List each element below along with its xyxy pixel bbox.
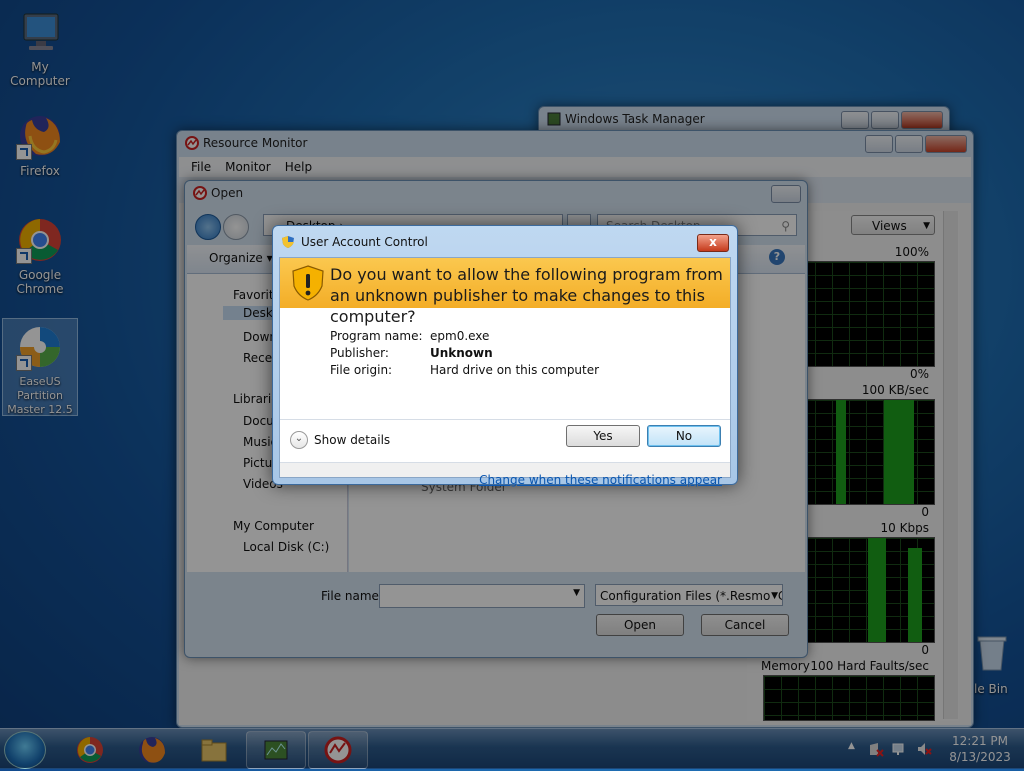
file-origin-label: File origin: bbox=[330, 363, 393, 377]
no-button[interactable]: No bbox=[647, 425, 721, 447]
publisher-label: Publisher: bbox=[330, 346, 389, 360]
warning-shield-icon bbox=[292, 265, 324, 301]
publisher-value: Unknown bbox=[430, 346, 493, 360]
divider bbox=[280, 419, 730, 420]
program-info: Program name: epm0.exe Publisher: Unknown … bbox=[330, 328, 599, 379]
uac-question: Do you want to allow the following progr… bbox=[330, 265, 723, 326]
program-name-value: epm0.exe bbox=[430, 329, 490, 343]
uac-shield-icon bbox=[282, 236, 294, 248]
uac-title: User Account Control bbox=[301, 235, 428, 249]
program-name-label: Program name: bbox=[330, 329, 423, 343]
show-details-label: Show details bbox=[314, 433, 391, 447]
chevron-down-icon[interactable]: ⌄ bbox=[290, 431, 308, 449]
close-button[interactable]: x bbox=[697, 234, 729, 252]
change-notifications-link[interactable]: Change when these notifications appear bbox=[479, 473, 722, 487]
uac-warning-banner: Do you want to allow the following progr… bbox=[280, 258, 730, 326]
show-details-toggle[interactable]: ⌄ Show details bbox=[290, 431, 390, 449]
file-origin-value: Hard drive on this computer bbox=[430, 363, 600, 377]
yes-button[interactable]: Yes bbox=[566, 425, 640, 447]
uac-dialog[interactable]: User Account Control x Do you want to al… bbox=[272, 225, 738, 487]
